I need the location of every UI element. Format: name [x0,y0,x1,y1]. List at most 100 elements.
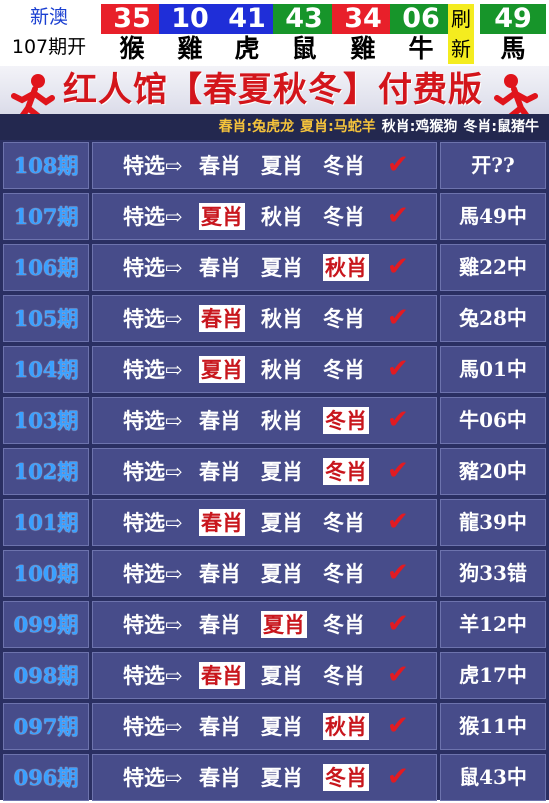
result-cell: 鼠43中 [440,754,546,801]
period-cell: 101期 [3,499,89,546]
table-row: 103期 特选⇨ 春肖 秋肖 冬肖 ✔ 牛06中 [0,395,549,446]
pick-item: 冬肖 [323,663,365,688]
ball-number: 43 [273,4,335,34]
picks-cell: 特选⇨ 春肖 夏肖 冬肖 ✔ [92,652,437,699]
pick-label: 特选⇨ [123,663,183,688]
ball-number: 10 [159,4,221,34]
result-cell: 开?? [440,142,546,189]
check-mark-icon: ✔ [387,252,409,282]
period-text: 099期 [13,612,79,637]
pick-item: 夏肖 [261,510,303,535]
check-mark-icon: ✔ [387,711,409,741]
period-cell: 104期 [3,346,89,393]
pick-label: 特选⇨ [123,765,183,790]
pick-item: 夏肖 [261,459,303,484]
pick-item: 秋肖 [261,204,303,229]
period-text: 104期 [13,357,79,382]
check-mark-icon: ✔ [387,456,409,486]
period-text: 108期 [13,153,79,178]
result-text: 兔28中 [459,306,527,330]
pick-label: 特选⇨ [123,357,183,382]
refresh-button[interactable]: 刷新 [448,4,474,64]
pick-item: 春肖 [199,561,241,586]
pick-item: 夏肖 [261,765,303,790]
picks-cell: 特选⇨ 春肖 夏肖 冬肖 ✔ [92,142,437,189]
check-mark-icon: ✔ [387,762,409,792]
ball-1: 35 猴 [101,4,163,64]
period-cell: 102期 [3,448,89,495]
pick-hit: 冬肖 [323,407,369,434]
pick-label: 特选⇨ [123,561,183,586]
ball-number: 06 [390,4,452,34]
result-text: 豬20中 [459,459,527,483]
pick-label: 特选⇨ [123,459,183,484]
period-cell: 103期 [3,397,89,444]
table-row: 096期 特选⇨ 春肖 夏肖 冬肖 ✔ 鼠43中 [0,752,549,803]
ball-zodiac: 鼠 [291,34,317,63]
draw-result-bar: 新澳 107期开 35 猴 10 雞 41 虎 43 鼠 34 雞 06 牛 刷… [0,0,549,66]
pick-hit: 夏肖 [199,203,245,230]
ball-zodiac: 雞 [177,34,203,63]
result-cell: 狗33错 [440,550,546,597]
pick-item: 夏肖 [261,153,303,178]
table-row: 099期 特选⇨ 春肖 夏肖 冬肖 ✔ 羊12中 [0,599,549,650]
period-text: 103期 [13,408,79,433]
pick-hit: 秋肖 [323,254,369,281]
table-row: 101期 特选⇨ 春肖 夏肖 冬肖 ✔ 龍39中 [0,497,549,548]
result-text: 牛06中 [459,408,527,432]
banner: 红人馆【春夏秋冬】付费版 春肖:兔虎龙 夏肖:马蛇羊 秋肖:鸡猴狗 冬肖:鼠猪牛 [0,66,549,140]
table-row: 104期 特选⇨ 夏肖 秋肖 冬肖 ✔ 馬01中 [0,344,549,395]
ball-zodiac: 猴 [119,34,145,63]
table-row: 105期 特选⇨ 春肖 秋肖 冬肖 ✔ 兔28中 [0,293,549,344]
pick-label: 特选⇨ [123,306,183,331]
picks-cell: 特选⇨ 春肖 夏肖 冬肖 ✔ [92,448,437,495]
period-cell: 096期 [3,754,89,801]
pick-hit: 冬肖 [323,764,369,791]
pick-item: 春肖 [199,714,241,739]
banner-title: 红人馆【春夏秋冬】付费版 [63,70,483,110]
result-cell: 馬01中 [440,346,546,393]
period-cell: 106期 [3,244,89,291]
pick-item: 春肖 [199,408,241,433]
pick-item: 春肖 [199,459,241,484]
pick-label: 特选⇨ [123,255,183,280]
period-cell: 099期 [3,601,89,648]
period-cell: 108期 [3,142,89,189]
period-text: 107期 [13,204,79,229]
pick-item: 秋肖 [261,306,303,331]
period-text: 100期 [13,561,79,586]
pick-item: 冬肖 [323,153,365,178]
pick-label: 特选⇨ [123,612,183,637]
picks-cell: 特选⇨ 春肖 夏肖 秋肖 ✔ [92,244,437,291]
ball-6: 06 牛 [390,4,452,64]
result-text: 馬49中 [459,204,527,228]
result-cell: 豬20中 [440,448,546,495]
ball-number: 34 [332,4,394,34]
result-text: 猴11中 [459,714,527,738]
legend-spring: 春肖:兔虎龙 [218,119,295,135]
result-cell: 牛06中 [440,397,546,444]
pick-hit: 夏肖 [261,611,307,638]
picks-cell: 特选⇨ 春肖 夏肖 冬肖 ✔ [92,754,437,801]
pick-item: 秋肖 [261,357,303,382]
picks-cell: 特选⇨ 春肖 秋肖 冬肖 ✔ [92,295,437,342]
picks-cell: 特选⇨ 春肖 夏肖 冬肖 ✔ [92,601,437,648]
legend-summer: 夏肖:马蛇羊 [300,119,376,135]
check-mark-icon: ✔ [387,507,409,537]
result-cell: 猴11中 [440,703,546,750]
result-cell: 羊12中 [440,601,546,648]
pick-label: 特选⇨ [123,153,183,178]
result-text: 开?? [471,153,515,177]
ball-4: 43 鼠 [273,4,335,64]
result-cell: 虎17中 [440,652,546,699]
pick-hit: 春肖 [199,305,245,332]
pick-label: 特选⇨ [123,408,183,433]
pick-label: 特选⇨ [123,204,183,229]
picks-cell: 特选⇨ 春肖 夏肖 秋肖 ✔ [92,703,437,750]
table-row: 102期 特选⇨ 春肖 夏肖 冬肖 ✔ 豬20中 [0,446,549,497]
pick-item: 冬肖 [323,561,365,586]
check-mark-icon: ✔ [387,609,409,639]
pick-item: 夏肖 [261,663,303,688]
table-row: 097期 特选⇨ 春肖 夏肖 秋肖 ✔ 猴11中 [0,701,549,752]
ball-2: 10 雞 [159,4,221,64]
